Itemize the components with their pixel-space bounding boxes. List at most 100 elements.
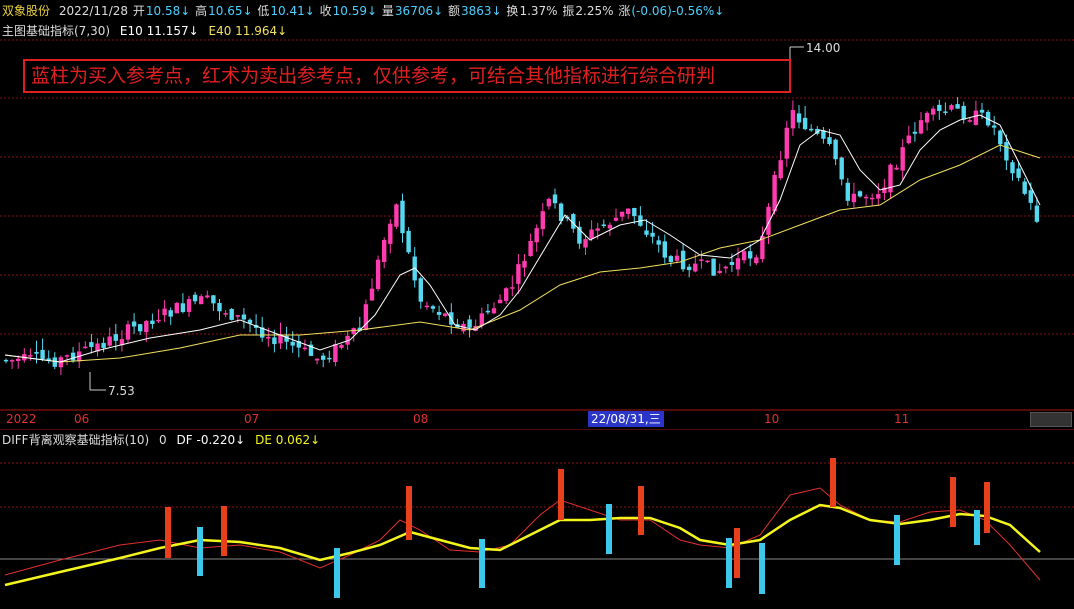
candle-body <box>138 324 143 332</box>
candle-body <box>1004 142 1009 161</box>
candle-body <box>790 110 796 129</box>
e40-label: E40 <box>208 24 232 38</box>
candle-body <box>924 112 930 123</box>
candle-body <box>229 308 234 320</box>
sub-zero-value: 0 <box>159 433 167 447</box>
axis-month-06: 06 <box>74 412 90 426</box>
candle-body <box>217 302 222 312</box>
candle-body <box>28 355 33 357</box>
candle-body <box>302 347 308 350</box>
candle-body <box>784 127 789 159</box>
e10-label: E10 <box>119 24 143 38</box>
candle-body <box>943 111 948 113</box>
candle-body <box>107 336 112 346</box>
change-value: (-0.06)-0.56%↓ <box>631 4 725 18</box>
candle-body <box>101 342 106 348</box>
candle-body <box>796 113 802 123</box>
candle-body <box>961 105 966 120</box>
candle-body <box>3 359 9 362</box>
axis-year: 2022 <box>6 412 37 426</box>
candle-body <box>809 128 814 131</box>
amount-value: 3863↓ <box>461 4 502 18</box>
candle-body <box>131 321 137 327</box>
buy-signal-bar <box>334 548 340 598</box>
candle-body <box>314 358 320 361</box>
candle-body <box>467 319 472 328</box>
candle-body <box>918 120 924 134</box>
candle-body <box>668 256 674 263</box>
candle-body <box>516 264 521 284</box>
candle-body <box>125 324 131 340</box>
candle-body <box>388 223 393 244</box>
candle-body <box>443 313 448 316</box>
buy-signal-bar <box>759 543 765 594</box>
candle-body <box>235 315 240 317</box>
candle-body <box>687 266 692 271</box>
candle-body <box>424 305 430 308</box>
candle-body <box>327 357 332 360</box>
candle-body <box>851 193 857 203</box>
candle-body <box>339 344 344 348</box>
candle-body <box>479 313 484 326</box>
candle-body <box>192 294 198 302</box>
buy-signal-bar <box>606 504 612 554</box>
candle-body <box>321 355 326 360</box>
sub-indicator-name[interactable]: DIFF背离观察基础指标(10) <box>2 433 149 447</box>
candle-body <box>1022 181 1027 194</box>
candle-body <box>894 167 899 170</box>
candle-body <box>723 266 728 269</box>
candle-body <box>491 308 497 314</box>
df-line <box>4 487 1041 581</box>
buy-signal-bar <box>479 539 485 588</box>
sell-signal-bar <box>638 486 644 535</box>
candle-body <box>992 125 997 128</box>
candle-body <box>528 240 533 257</box>
candle-body <box>497 299 503 304</box>
change-label: 涨 <box>618 4 631 18</box>
candle-body <box>693 263 698 272</box>
candle-body <box>534 228 539 243</box>
candle-body <box>180 303 186 312</box>
selected-date-cursor[interactable]: 22/08/31,三 <box>588 411 664 427</box>
candle-body <box>552 194 558 204</box>
candle-body <box>748 251 753 259</box>
candle-body <box>973 110 979 125</box>
candle-body <box>949 105 954 110</box>
candle-body <box>375 259 381 289</box>
candle-body <box>199 296 204 305</box>
candle-body <box>406 230 411 253</box>
candle-body <box>626 208 631 214</box>
e10-value: 11.157↓ <box>146 24 199 38</box>
candle-body <box>241 314 247 320</box>
candle-body <box>632 207 637 217</box>
candle-body <box>9 360 15 362</box>
candle-body <box>607 224 613 229</box>
axis-month-07: 07 <box>244 412 260 426</box>
candle-body <box>70 352 76 361</box>
sub-indicator-header: DIFF背离观察基础指标(10) 0 DF -0.220↓ DE 0.062↓ <box>2 432 320 448</box>
volume-value: 36706↓ <box>394 4 444 18</box>
candle-body <box>589 229 594 239</box>
price-low-label: 7.53 <box>108 384 135 398</box>
candle-body <box>40 349 45 360</box>
buy-signal-bar <box>974 510 980 545</box>
candle-body <box>741 251 747 261</box>
candle-body <box>522 260 527 268</box>
axis-month-10: 10 <box>764 412 780 426</box>
candle-body <box>778 160 783 179</box>
candle-body <box>113 334 118 341</box>
df-value: -0.220↓ <box>196 433 246 447</box>
candle-body <box>64 355 70 357</box>
sell-signal-bar <box>406 486 412 540</box>
candle-body <box>272 337 277 345</box>
candle-body <box>333 343 338 363</box>
main-indicator-name[interactable]: 主图基础指标(7,30) <box>2 24 110 38</box>
candle-body <box>162 308 167 316</box>
candle-body <box>583 239 588 248</box>
candle-body <box>656 240 661 245</box>
candle-body <box>144 321 149 333</box>
de-line <box>4 503 1041 587</box>
scroll-handle[interactable] <box>1030 412 1072 427</box>
candle-body <box>729 262 735 265</box>
candle-body <box>290 341 295 346</box>
